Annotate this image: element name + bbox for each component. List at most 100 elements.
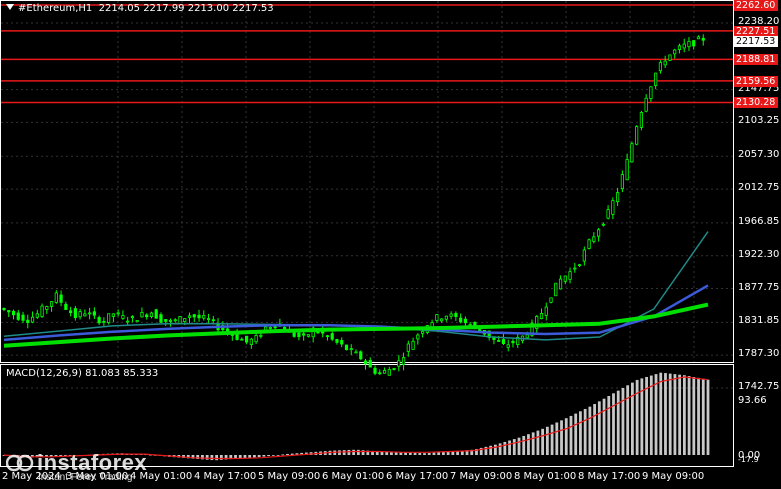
candle-body xyxy=(83,313,87,317)
macd-histogram-bar xyxy=(560,420,563,455)
candle-body xyxy=(192,314,196,318)
candle-body xyxy=(154,309,158,319)
candle-body xyxy=(116,312,120,315)
candle-body xyxy=(363,360,368,365)
macd-histogram-bar xyxy=(682,375,686,455)
candle-body xyxy=(45,306,49,310)
candle-body xyxy=(654,72,658,86)
candle-body xyxy=(440,318,444,322)
macd-histogram-bar xyxy=(517,437,521,455)
macd-histogram-bar xyxy=(437,452,441,455)
level-price-box: 2130.28 xyxy=(734,97,778,109)
candle-body xyxy=(168,320,173,322)
time-tick-label: 7 May 09:00 xyxy=(450,471,513,482)
price-tick-label: 2012.75 xyxy=(738,182,780,194)
candle-body xyxy=(102,320,106,323)
macd-histogram-bar xyxy=(248,455,252,458)
macd-histogram-bar xyxy=(597,401,601,455)
macd-histogram-bar xyxy=(427,453,431,455)
macd-histogram-bar xyxy=(210,455,214,461)
time-tick-label: 8 May 17:00 xyxy=(578,471,641,482)
price-tick-label: 1742.75 xyxy=(738,381,780,392)
macd-histogram-bar xyxy=(352,449,356,455)
candle-body xyxy=(49,301,54,307)
candle-body xyxy=(130,316,135,318)
time-tick-label: 6 May 01:00 xyxy=(322,471,385,482)
price-tick-label: 1922.30 xyxy=(738,248,780,260)
macd-histogram-bar xyxy=(205,455,209,460)
macd-histogram-bar xyxy=(271,455,275,456)
candle-body xyxy=(54,292,58,303)
macd-histogram-bar xyxy=(286,453,289,455)
candle-body xyxy=(206,318,211,320)
candle-body xyxy=(435,314,439,321)
candle-body xyxy=(178,316,182,325)
price-tick-label: 2057.30 xyxy=(738,149,780,161)
candle-body xyxy=(392,368,396,370)
macd-histogram-bar xyxy=(432,452,436,455)
macd-histogram-bar xyxy=(253,455,256,458)
price-tick-label: 1966.85 xyxy=(738,215,780,227)
candle-body xyxy=(635,126,639,145)
candle-body xyxy=(40,305,44,317)
candle-body xyxy=(59,294,63,303)
current-price-box: 2217.53 xyxy=(734,36,778,47)
macd-histogram-bar xyxy=(489,445,493,455)
candle-body xyxy=(420,331,425,334)
macd-histogram-bar xyxy=(342,450,346,455)
macd-histogram-bar xyxy=(418,452,422,455)
candle-body xyxy=(406,343,410,352)
macd-histogram-bar xyxy=(498,443,502,455)
candle-body xyxy=(2,307,6,311)
candle-body xyxy=(620,174,624,190)
candle-body xyxy=(387,369,391,376)
macd-histogram-bar xyxy=(201,455,204,460)
candle-body xyxy=(611,200,615,215)
candle-body xyxy=(354,351,358,354)
level-lines xyxy=(1,4,733,104)
candle-body xyxy=(592,236,596,242)
candle-body xyxy=(211,319,215,322)
macd-histogram-bar xyxy=(678,374,682,455)
macd-histogram-bar xyxy=(243,455,247,459)
dropdown-triangle-icon[interactable] xyxy=(6,4,14,10)
time-tick-label: 4 May 17:00 xyxy=(194,471,257,482)
candle-body xyxy=(459,317,463,323)
candle-body xyxy=(273,326,277,329)
ma-mid-line xyxy=(3,284,709,342)
candle-body xyxy=(126,320,130,323)
candle-body xyxy=(268,326,272,329)
macd-histogram-bar xyxy=(607,396,611,455)
price-tick-label: 2103.25 xyxy=(738,115,780,127)
candle-body xyxy=(335,339,339,343)
time-tick-label: 5 May 09:00 xyxy=(258,471,321,482)
candle-body xyxy=(582,249,586,262)
candle-body xyxy=(549,297,553,303)
price-chart[interactable] xyxy=(0,0,781,489)
symbol-label: #Ethereum,H1 xyxy=(18,3,93,14)
macd-histogram-bar xyxy=(508,440,511,455)
candle-body xyxy=(292,331,296,337)
logo-tagline: Instant Forex Trading xyxy=(38,472,133,483)
candle-body xyxy=(554,282,558,297)
candle-body xyxy=(511,340,515,344)
candle-body xyxy=(397,360,401,367)
candle-body xyxy=(601,223,605,226)
macd-histogram-bar xyxy=(574,413,578,455)
candle-body xyxy=(497,340,501,342)
candle-body xyxy=(330,333,334,340)
macd-histogram-bar xyxy=(654,374,658,455)
macd-histogram-bar xyxy=(564,418,568,455)
macd-histogram-bar xyxy=(697,377,700,455)
candle-body xyxy=(378,372,382,375)
candle-body xyxy=(359,351,363,360)
candle-body xyxy=(7,310,11,313)
macd-histogram-bar xyxy=(512,439,516,455)
candle-body xyxy=(616,192,620,203)
candle-body xyxy=(644,97,648,112)
candle-body xyxy=(625,159,629,181)
macd-histogram-bar xyxy=(626,385,630,455)
price-tick-label: 1877.75 xyxy=(738,281,780,293)
candle-body xyxy=(454,313,458,317)
candle-body xyxy=(639,112,644,128)
